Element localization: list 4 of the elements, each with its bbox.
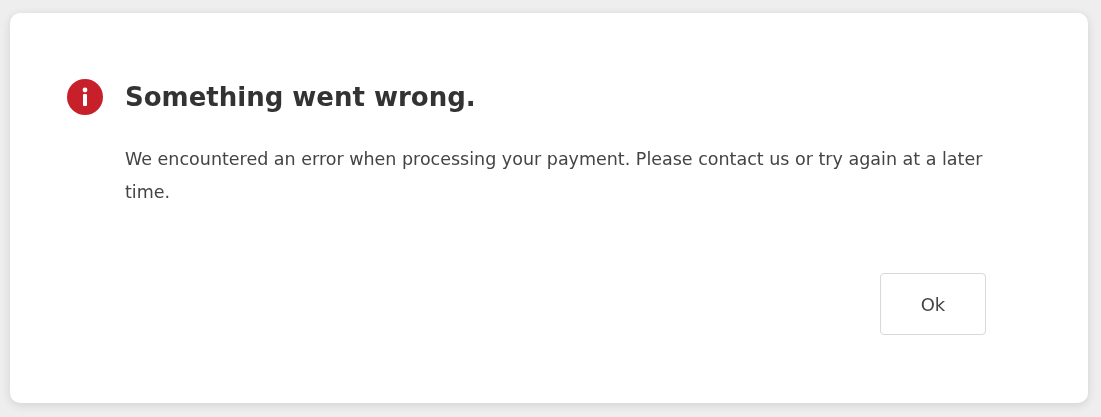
dialog-title: Something went wrong. — [125, 82, 476, 112]
error-icon — [67, 79, 103, 115]
ok-button[interactable]: Ok — [880, 273, 986, 335]
dialog-message: We encountered an error when processing your payment. Please contact us or try again at a later time. — [125, 148, 984, 204]
